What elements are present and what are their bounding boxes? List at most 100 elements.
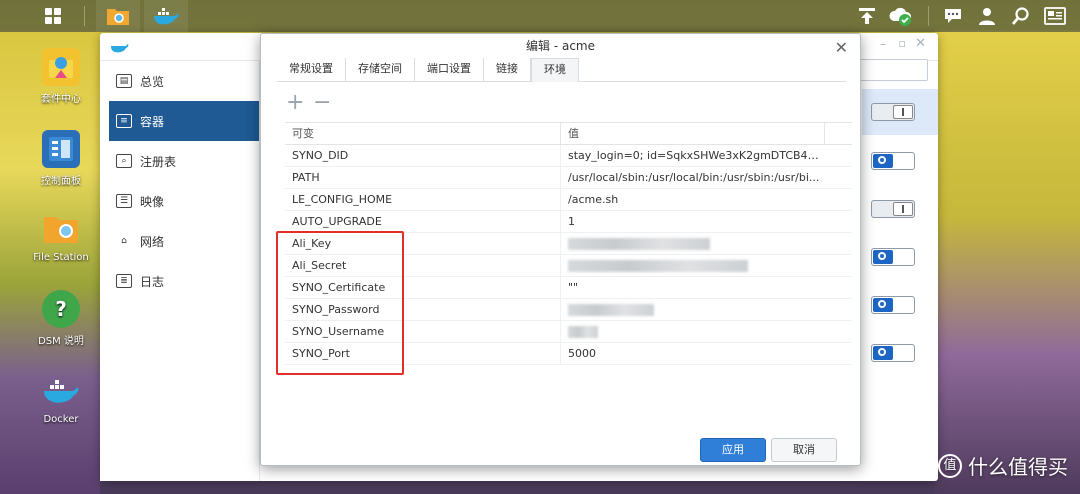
column-header-value[interactable]: 值: [561, 123, 825, 144]
sidebar-item-overview[interactable]: ▤ 总览: [100, 61, 259, 101]
dialog-tabs: 常规设置 存储空间 端口设置 链接 环境: [277, 58, 846, 82]
apply-button[interactable]: 应用: [700, 438, 766, 462]
registry-icon: ⌕: [116, 154, 132, 168]
container-toggle[interactable]: [871, 344, 915, 362]
maximize-icon[interactable]: ▫: [899, 37, 906, 50]
tab-ports[interactable]: 端口设置: [415, 58, 484, 82]
add-icon[interactable]: +: [286, 92, 304, 114]
env-value-redacted: [561, 233, 825, 254]
log-icon: ≣: [116, 274, 132, 288]
env-key: AUTO_UPGRADE: [285, 211, 561, 232]
help-icon: ?: [42, 290, 80, 328]
env-value-redacted: [561, 255, 825, 276]
highlight-box: [276, 231, 404, 375]
watermark: 值 什么值得买: [938, 451, 1068, 480]
desktop-icon-dsm-help[interactable]: ? DSM 说明: [26, 290, 96, 347]
table-row[interactable]: SYNO_DID stay_login=0; id=SqkxSHWe3xK2gmD…: [285, 145, 852, 167]
sidebar-item-label: 网络: [140, 234, 165, 249]
desktop-icon-docker[interactable]: Docker: [26, 372, 96, 425]
overview-icon: ▤: [116, 74, 132, 88]
taskbar: [0, 0, 1080, 32]
env-value: "": [568, 281, 579, 294]
docker-icon: [111, 44, 129, 53]
tab-environment[interactable]: 环境: [531, 58, 579, 82]
redacted-value: [568, 260, 748, 272]
control-panel-icon: [42, 130, 80, 168]
sidebar-item-container[interactable]: ≡ 容器: [109, 101, 259, 141]
desktop-icon-package-center[interactable]: 套件中心: [26, 48, 96, 105]
env-key: PATH: [285, 167, 561, 188]
env-value-redacted: [561, 321, 825, 342]
main-menu-icon[interactable]: [40, 3, 66, 29]
sidebar-item-log[interactable]: ≣ 日志: [100, 261, 259, 301]
redacted-value: [568, 238, 710, 250]
network-icon: ⌂: [121, 236, 127, 246]
cloud-sync-icon[interactable]: [888, 3, 914, 29]
sidebar-item-label: 总览: [140, 74, 165, 89]
sidebar-item-label: 日志: [140, 274, 165, 289]
edit-dialog: 编辑 - acme ✕ 常规设置 存储空间 端口设置 链接 环境 + − 可变 …: [260, 33, 861, 466]
sidebar: ▤ 总览 ≡ 容器 ⌕ 注册表 ☰ 映像 ⌂ 网络 ≣ 日志: [100, 61, 260, 481]
desktop-icon-label: DSM 说明: [38, 336, 84, 347]
env-value: 1: [568, 215, 575, 228]
env-value: 5000: [568, 347, 596, 360]
table-row[interactable]: AUTO_UPGRADE 1: [285, 211, 852, 233]
dialog-title-text: 编辑 - acme: [526, 39, 595, 53]
desktop-icon-label: 套件中心: [41, 94, 81, 105]
env-key: LE_CONFIG_HOME: [285, 189, 561, 210]
container-toggle[interactable]: [871, 103, 915, 121]
cancel-button[interactable]: 取消: [771, 438, 837, 462]
watermark-text: 什么值得买: [968, 455, 1068, 479]
widgets-icon[interactable]: [1042, 3, 1068, 29]
desktop-icon-control-panel[interactable]: 控制面板: [26, 130, 96, 187]
sidebar-item-registry[interactable]: ⌕ 注册表: [100, 141, 259, 181]
container-toggle[interactable]: [871, 152, 915, 170]
taskbar-separator: [84, 6, 85, 26]
container-toggle[interactable]: [871, 296, 915, 314]
folder-icon: [42, 210, 80, 248]
column-header-variable[interactable]: 可变: [285, 123, 561, 144]
desktop-icon-label: File Station: [33, 252, 89, 263]
env-value-redacted: [561, 299, 825, 320]
container-toggle[interactable]: [871, 248, 915, 266]
remove-icon[interactable]: −: [313, 92, 331, 114]
close-icon[interactable]: ✕: [835, 36, 848, 60]
chat-icon[interactable]: [940, 3, 966, 29]
env-value: stay_login=0; id=SqkxSHWe3xK2gmDTCB4AJr.…: [568, 149, 825, 162]
image-icon: ☰: [116, 194, 132, 208]
sidebar-item-label: 容器: [140, 114, 165, 129]
docker-icon: [42, 372, 80, 410]
watermark-logo: 值: [938, 453, 962, 478]
sidebar-item-network[interactable]: ⌂ 网络: [100, 221, 259, 261]
redacted-value: [568, 304, 654, 316]
desktop-wallpaper-right: [935, 30, 1080, 494]
container-icon: ≡: [116, 114, 132, 128]
table-row[interactable]: PATH/usr/local/sbin:/usr/local/bin:/usr/…: [285, 167, 852, 189]
docker-icon[interactable]: [144, 0, 188, 32]
minimize-icon[interactable]: –: [880, 37, 886, 51]
env-value: /usr/local/sbin:/usr/local/bin:/usr/sbin…: [568, 171, 820, 184]
tab-general[interactable]: 常规设置: [277, 58, 346, 82]
taskbar-separator: [928, 6, 929, 26]
sidebar-item-label: 注册表: [140, 154, 177, 169]
env-key: SYNO_DID: [285, 145, 561, 166]
close-icon[interactable]: ✕: [915, 36, 926, 51]
file-station-icon[interactable]: [96, 0, 140, 32]
desktop-icon-label: 控制面板: [41, 176, 81, 187]
redacted-value: [568, 326, 598, 338]
desktop-icon-label: Docker: [43, 414, 79, 425]
container-toggle[interactable]: [871, 200, 915, 218]
tab-storage[interactable]: 存储空间: [346, 58, 415, 82]
user-icon[interactable]: [974, 3, 1000, 29]
tab-links[interactable]: 链接: [484, 58, 531, 82]
env-value: /acme.sh: [568, 193, 619, 206]
upload-icon[interactable]: [854, 3, 880, 29]
table-row[interactable]: LE_CONFIG_HOME/acme.sh: [285, 189, 852, 211]
dialog-title: 编辑 - acme ✕: [261, 34, 860, 58]
desktop-icon-file-station[interactable]: File Station: [26, 210, 96, 263]
sidebar-item-image[interactable]: ☰ 映像: [100, 181, 259, 221]
table-header: 可变 值: [285, 123, 852, 145]
sidebar-item-label: 映像: [140, 194, 165, 209]
package-center-icon: [42, 48, 80, 86]
search-icon[interactable]: [1008, 3, 1034, 29]
